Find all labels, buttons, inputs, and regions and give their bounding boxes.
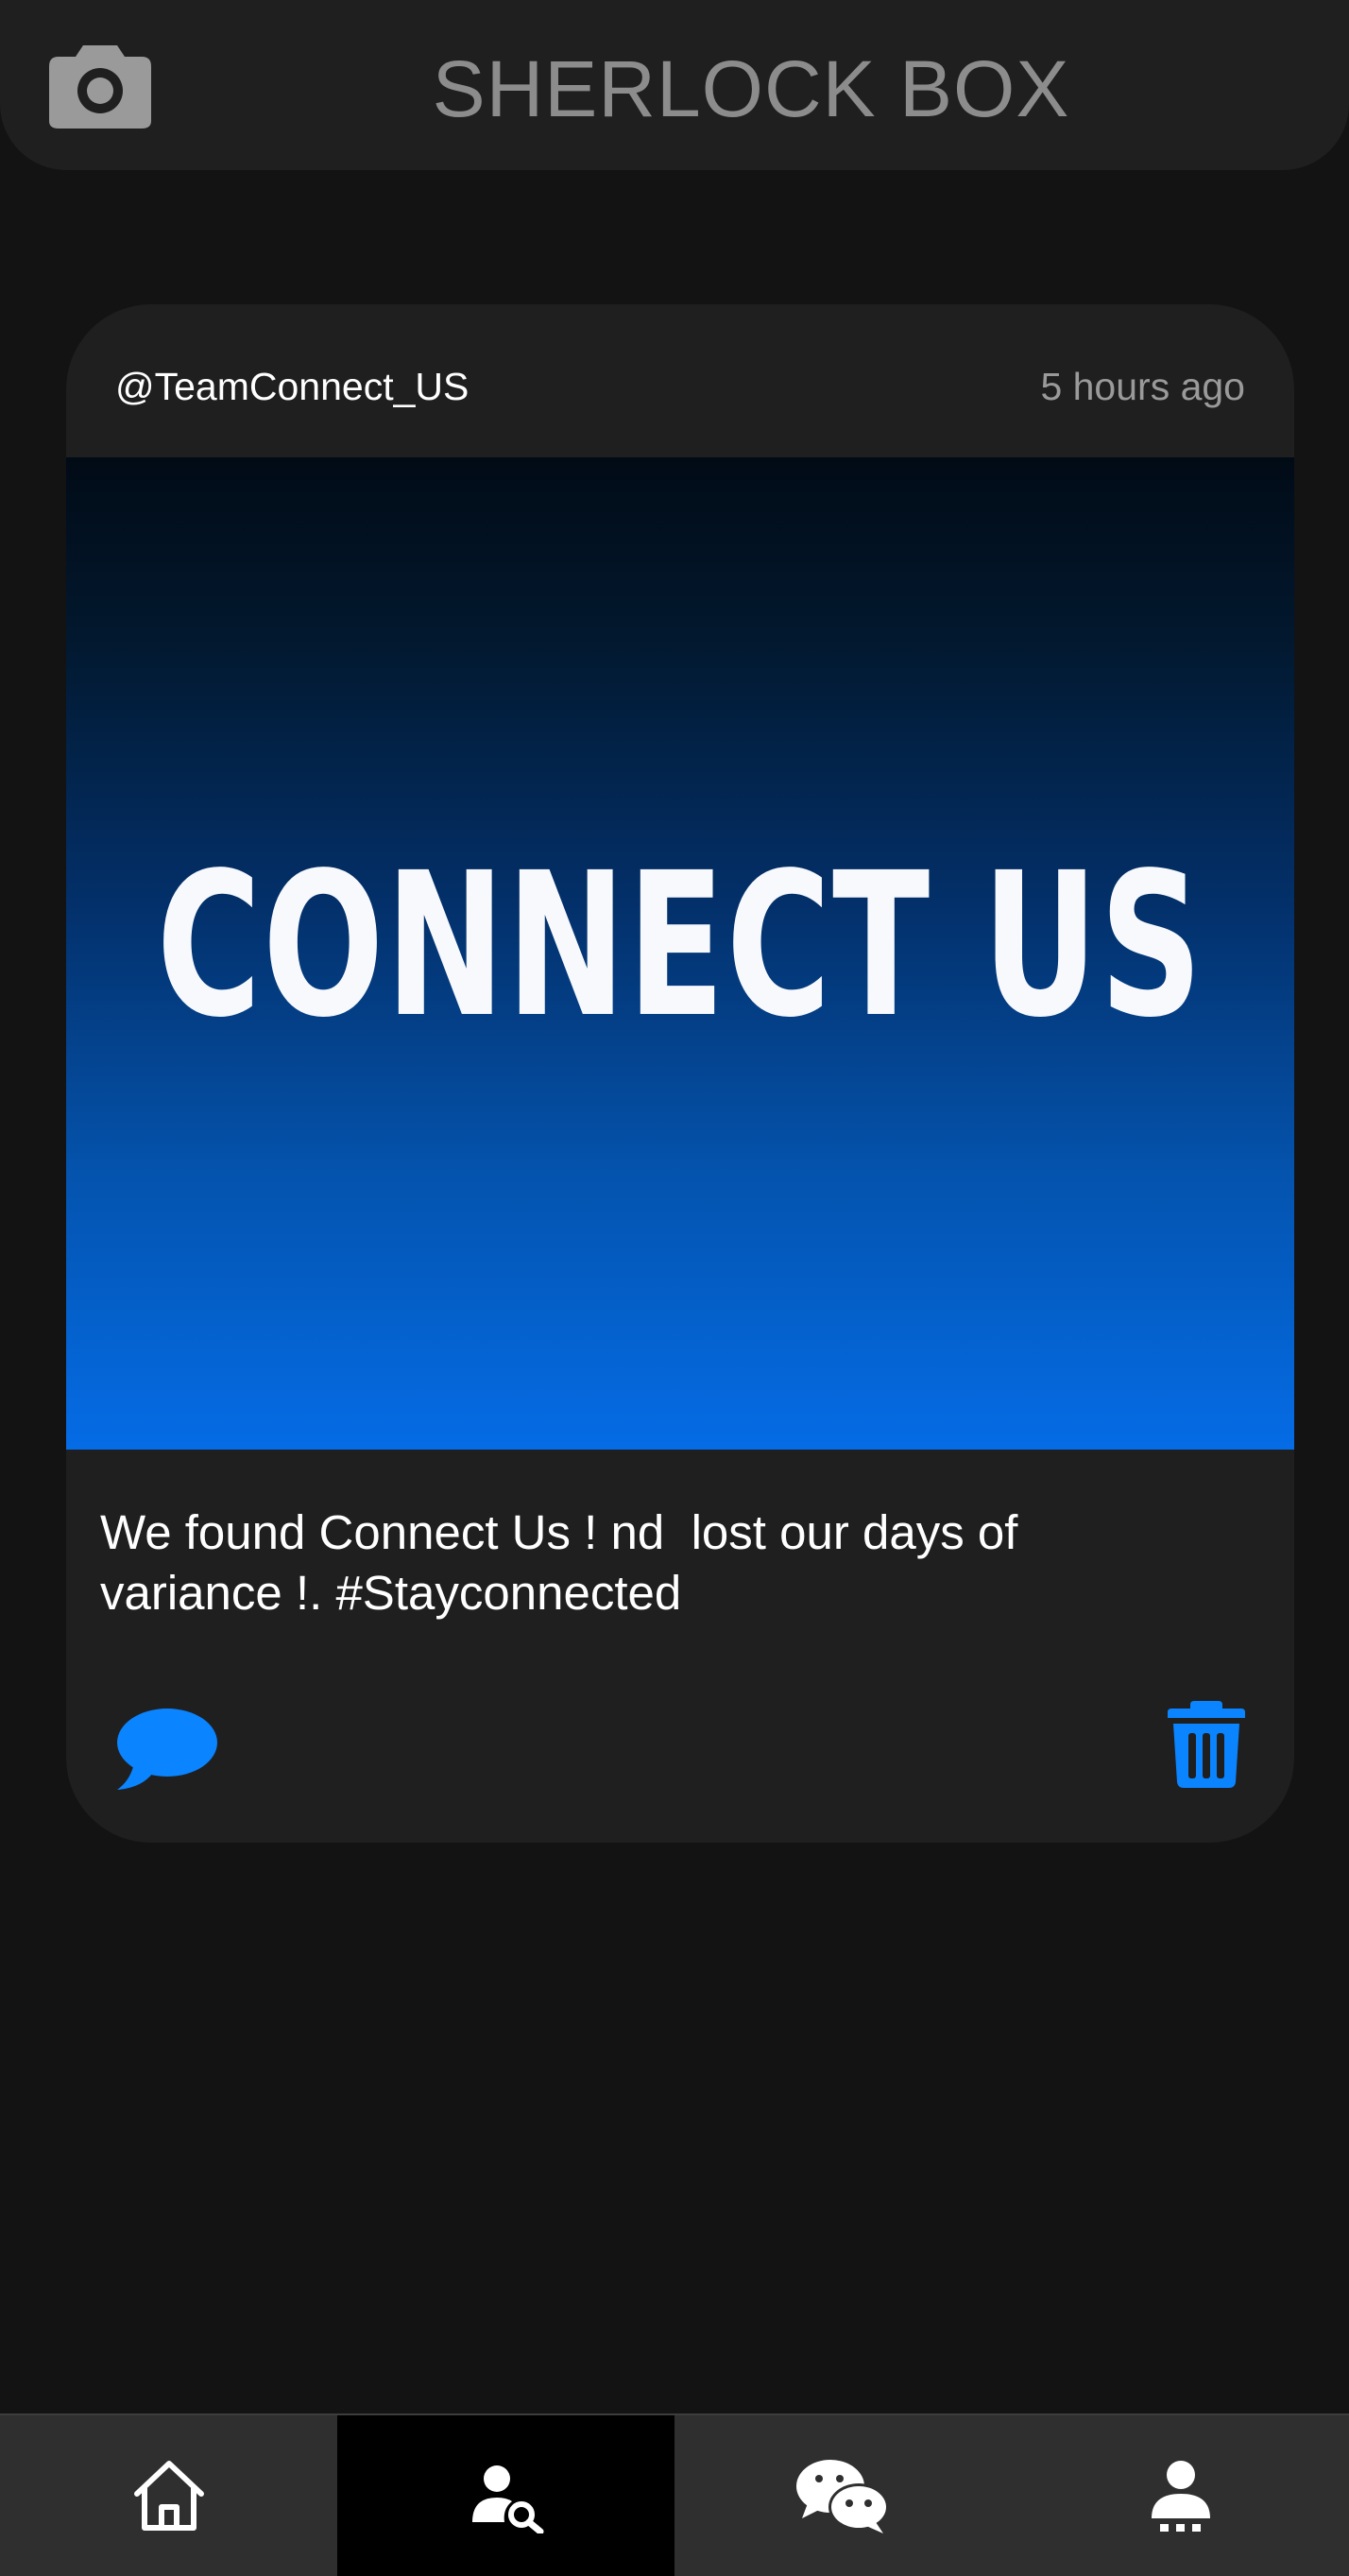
chat-bubbles-icon (795, 2460, 889, 2533)
post-image-text: CONNECT US (156, 830, 1204, 1061)
user-icon (1151, 2461, 1210, 2532)
comment-button[interactable] (113, 1705, 219, 1794)
delete-button[interactable] (1166, 1699, 1247, 1790)
comment-bubble-icon (117, 1709, 217, 1790)
app-header: SHERLOCK BOX (0, 0, 1349, 170)
nav-chat[interactable] (674, 2415, 1012, 2576)
user-search-icon (471, 2465, 543, 2533)
home-icon (133, 2461, 204, 2531)
camera-icon (49, 45, 151, 129)
camera-button[interactable] (47, 42, 153, 130)
nav-profile[interactable] (1012, 2415, 1349, 2576)
post-image[interactable]: CONNECT US (66, 457, 1294, 1450)
app-title: SHERLOCK BOX (432, 44, 1070, 133)
bottom-nav (0, 2413, 1349, 2576)
nav-home[interactable] (0, 2415, 337, 2576)
post-caption: We found Connect Us ! nd lost our days o… (100, 1505, 1018, 1620)
nav-search-people[interactable] (337, 2415, 674, 2576)
trash-icon (1168, 1701, 1245, 1788)
post-timestamp: 5 hours ago (1040, 365, 1245, 408)
post-author[interactable]: @TeamConnect_US (115, 353, 469, 420)
post-card: @TeamConnect_US 5 hours ago CONNECT US W… (66, 304, 1294, 1843)
